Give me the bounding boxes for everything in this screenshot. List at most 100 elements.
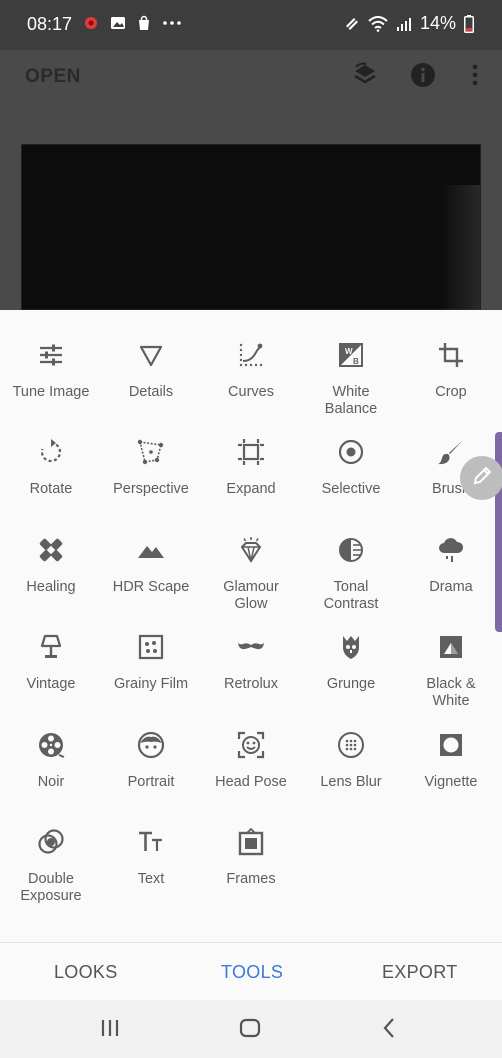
- tool-crop[interactable]: Crop: [401, 338, 501, 435]
- tool-label: Drama: [429, 578, 473, 595]
- film-reel-icon: [36, 730, 66, 760]
- wifi-icon: [368, 15, 388, 32]
- black-white-icon: [436, 632, 466, 662]
- system-status-icons: 14%: [344, 13, 474, 34]
- home-icon[interactable]: [238, 1016, 262, 1045]
- cloud-rain-icon: [436, 535, 466, 565]
- photo-preview: [21, 144, 481, 311]
- triangle-down-icon: [136, 340, 166, 370]
- tool-frames[interactable]: Frames: [201, 825, 301, 922]
- tool-hdr-scape[interactable]: HDR Scape: [101, 533, 201, 630]
- tools-grid: Tune Image Details Curves WB White Balan…: [0, 338, 502, 922]
- tool-double-exposure[interactable]: Double Exposure: [1, 825, 101, 922]
- svg-text:W: W: [345, 347, 353, 356]
- tool-head-pose[interactable]: Head Pose: [201, 728, 301, 825]
- back-icon[interactable]: [380, 1016, 398, 1045]
- face-frame-icon: [236, 730, 266, 760]
- tool-label: Glamour Glow: [223, 578, 279, 612]
- tool-lens-blur[interactable]: Lens Blur: [301, 728, 401, 825]
- tool-expand[interactable]: Expand: [201, 435, 301, 532]
- frame-icon: [236, 827, 266, 857]
- tool-tune-image[interactable]: Tune Image: [1, 338, 101, 435]
- tool-label: Healing: [26, 578, 76, 595]
- tool-glamour-glow[interactable]: Glamour Glow: [201, 533, 301, 630]
- lens-blur-icon: [336, 730, 366, 760]
- status-time: 08:17: [27, 14, 73, 34]
- tool-vignette[interactable]: Vignette: [401, 728, 501, 825]
- battery-percent: 14%: [419, 13, 456, 33]
- tool-retrolux[interactable]: Retrolux: [201, 630, 301, 727]
- rotate-icon: [36, 437, 66, 467]
- mustache-icon: [236, 632, 266, 662]
- layers-history-icon[interactable]: [352, 62, 380, 90]
- tool-label: Curves: [228, 384, 274, 400]
- edit-fab[interactable]: [460, 456, 502, 500]
- tool-noir[interactable]: Noir: [1, 728, 101, 825]
- open-button[interactable]: OPEN: [25, 66, 81, 88]
- tool-text[interactable]: Text: [101, 825, 201, 922]
- tool-label: Selective: [321, 481, 381, 498]
- tab-looks[interactable]: LOOKS: [54, 962, 118, 983]
- tool-grainy-film[interactable]: Grainy Film: [101, 630, 201, 727]
- tool-details[interactable]: Details: [101, 338, 201, 435]
- tool-label: Text: [137, 870, 165, 887]
- tab-export[interactable]: EXPORT: [382, 962, 458, 983]
- app-bar: OPEN: [0, 50, 502, 311]
- tool-rotate[interactable]: Rotate: [1, 435, 101, 532]
- tool-label: Retrolux: [224, 676, 278, 693]
- tool-portrait[interactable]: Portrait: [101, 728, 201, 825]
- tool-label: Tonal Contrast: [323, 578, 379, 612]
- mute-icon: [344, 15, 360, 32]
- overflow-menu-icon[interactable]: [462, 62, 490, 90]
- tool-white-balance[interactable]: WB White Balance: [301, 338, 401, 435]
- tool-label: Double Exposure: [20, 870, 82, 904]
- tool-label: Noir: [37, 773, 65, 790]
- shopping-bag-icon: [136, 15, 152, 31]
- tool-label: Lens Blur: [320, 773, 382, 790]
- white-balance-icon: WB: [336, 340, 366, 370]
- tool-label: Tune Image: [12, 384, 90, 400]
- svg-text:B: B: [353, 357, 359, 366]
- tool-label: Perspective: [113, 481, 189, 498]
- grunge-icon: [336, 632, 366, 662]
- selective-icon: [336, 437, 366, 467]
- status-bar: 08:17 14%: [0, 0, 502, 50]
- tool-vintage[interactable]: Vintage: [1, 630, 101, 727]
- tool-curves[interactable]: Curves: [201, 338, 301, 435]
- system-navigation-bar: [0, 1000, 502, 1058]
- double-exposure-icon: [36, 827, 66, 857]
- more-notifications-icon: [162, 20, 182, 26]
- battery-icon: [464, 14, 474, 33]
- tool-label: Vintage: [26, 676, 76, 693]
- dice-icon: [136, 632, 166, 662]
- tool-label: HDR Scape: [112, 578, 190, 595]
- tool-perspective[interactable]: Perspective: [101, 435, 201, 532]
- tonal-contrast-icon: [336, 535, 366, 565]
- tab-tools[interactable]: TOOLS: [221, 962, 283, 983]
- tool-grunge[interactable]: Grunge: [301, 630, 401, 727]
- tool-tonal-contrast[interactable]: Tonal Contrast: [301, 533, 401, 630]
- tool-selective[interactable]: Selective: [301, 435, 401, 532]
- lamp-icon: [36, 632, 66, 662]
- tool-label: Grunge: [326, 676, 376, 693]
- tool-label: Vignette: [424, 773, 478, 790]
- tool-healing[interactable]: Healing: [1, 533, 101, 630]
- mountains-icon: [136, 535, 166, 565]
- tool-black-white[interactable]: Black & White: [401, 630, 501, 727]
- tools-sheet: Tune Image Details Curves WB White Balan…: [0, 310, 502, 942]
- tool-label: White Balance: [324, 384, 378, 417]
- tool-drama[interactable]: Drama: [401, 533, 501, 630]
- pencil-icon: [471, 465, 493, 492]
- recent-apps-icon[interactable]: [100, 1016, 120, 1045]
- tool-label: Black & White: [426, 676, 476, 710]
- diamond-icon: [236, 535, 266, 565]
- tool-label: Grainy Film: [113, 676, 189, 693]
- tool-label: Head Pose: [215, 773, 287, 790]
- curve-icon: [236, 340, 266, 370]
- tool-label: Crop: [435, 384, 467, 400]
- text-icon: [136, 827, 166, 857]
- crop-icon: [436, 340, 466, 370]
- info-icon[interactable]: [410, 62, 438, 90]
- expand-icon: [236, 437, 266, 467]
- sliders-icon: [36, 340, 66, 370]
